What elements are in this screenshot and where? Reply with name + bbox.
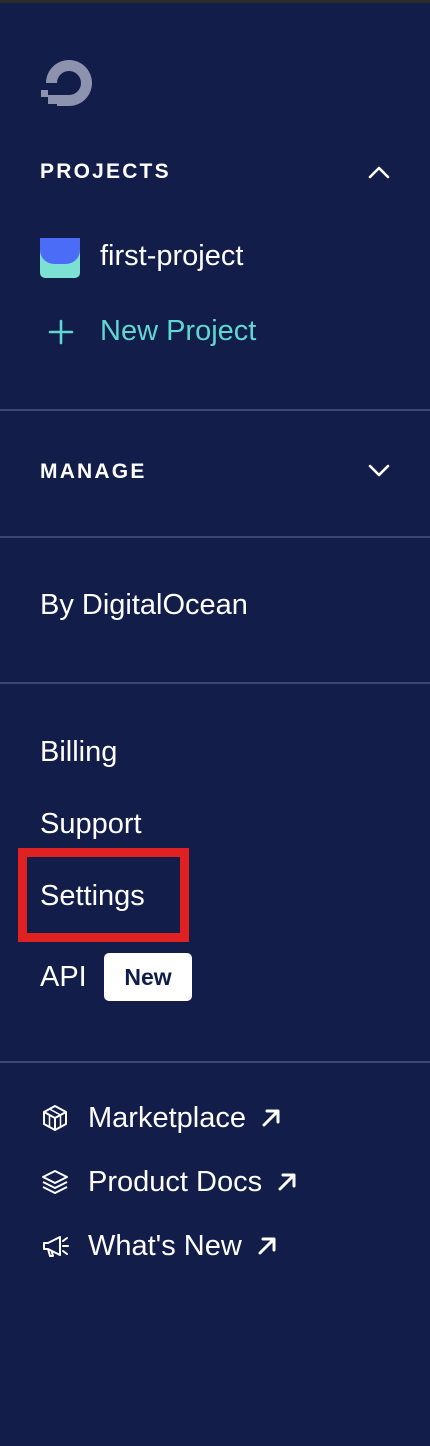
project-icon (40, 238, 80, 278)
digitalocean-logo-icon[interactable] (40, 54, 98, 112)
settings-highlight-box (18, 848, 189, 942)
external-link-arrow-icon (262, 1109, 280, 1127)
billing-link[interactable]: Billing (40, 736, 117, 769)
project-item-first-project[interactable]: first-project (100, 240, 243, 273)
plus-icon[interactable] (48, 319, 74, 345)
divider (0, 409, 430, 411)
external-link-arrow-icon (258, 1237, 276, 1255)
new-badge: New (104, 953, 192, 1001)
new-project-link[interactable]: New Project (100, 315, 256, 348)
divider (0, 1061, 430, 1063)
megaphone-icon (43, 1236, 69, 1257)
divider (0, 682, 430, 684)
product-docs-label: Product Docs (88, 1165, 263, 1198)
layers-icon (42, 1170, 68, 1194)
manage-section-title[interactable]: MANAGE (40, 460, 147, 484)
divider (0, 536, 430, 538)
cube-icon (43, 1105, 67, 1131)
external-link-arrow-icon (278, 1173, 296, 1191)
chevron-up-icon[interactable] (366, 159, 392, 185)
whats-new-link[interactable]: What's New (40, 1226, 278, 1266)
by-digitalocean-link[interactable]: By DigitalOcean (40, 589, 248, 622)
product-docs-link[interactable]: Product Docs (40, 1162, 298, 1202)
support-link[interactable]: Support (40, 808, 142, 841)
window-top-edge (0, 0, 430, 3)
chevron-down-icon[interactable] (366, 458, 392, 484)
api-link[interactable]: API (40, 961, 87, 994)
whats-new-label: What's New (88, 1229, 242, 1262)
marketplace-label: Marketplace (88, 1101, 246, 1134)
marketplace-link[interactable]: Marketplace (40, 1098, 282, 1138)
projects-section-title: PROJECTS (40, 160, 171, 183)
